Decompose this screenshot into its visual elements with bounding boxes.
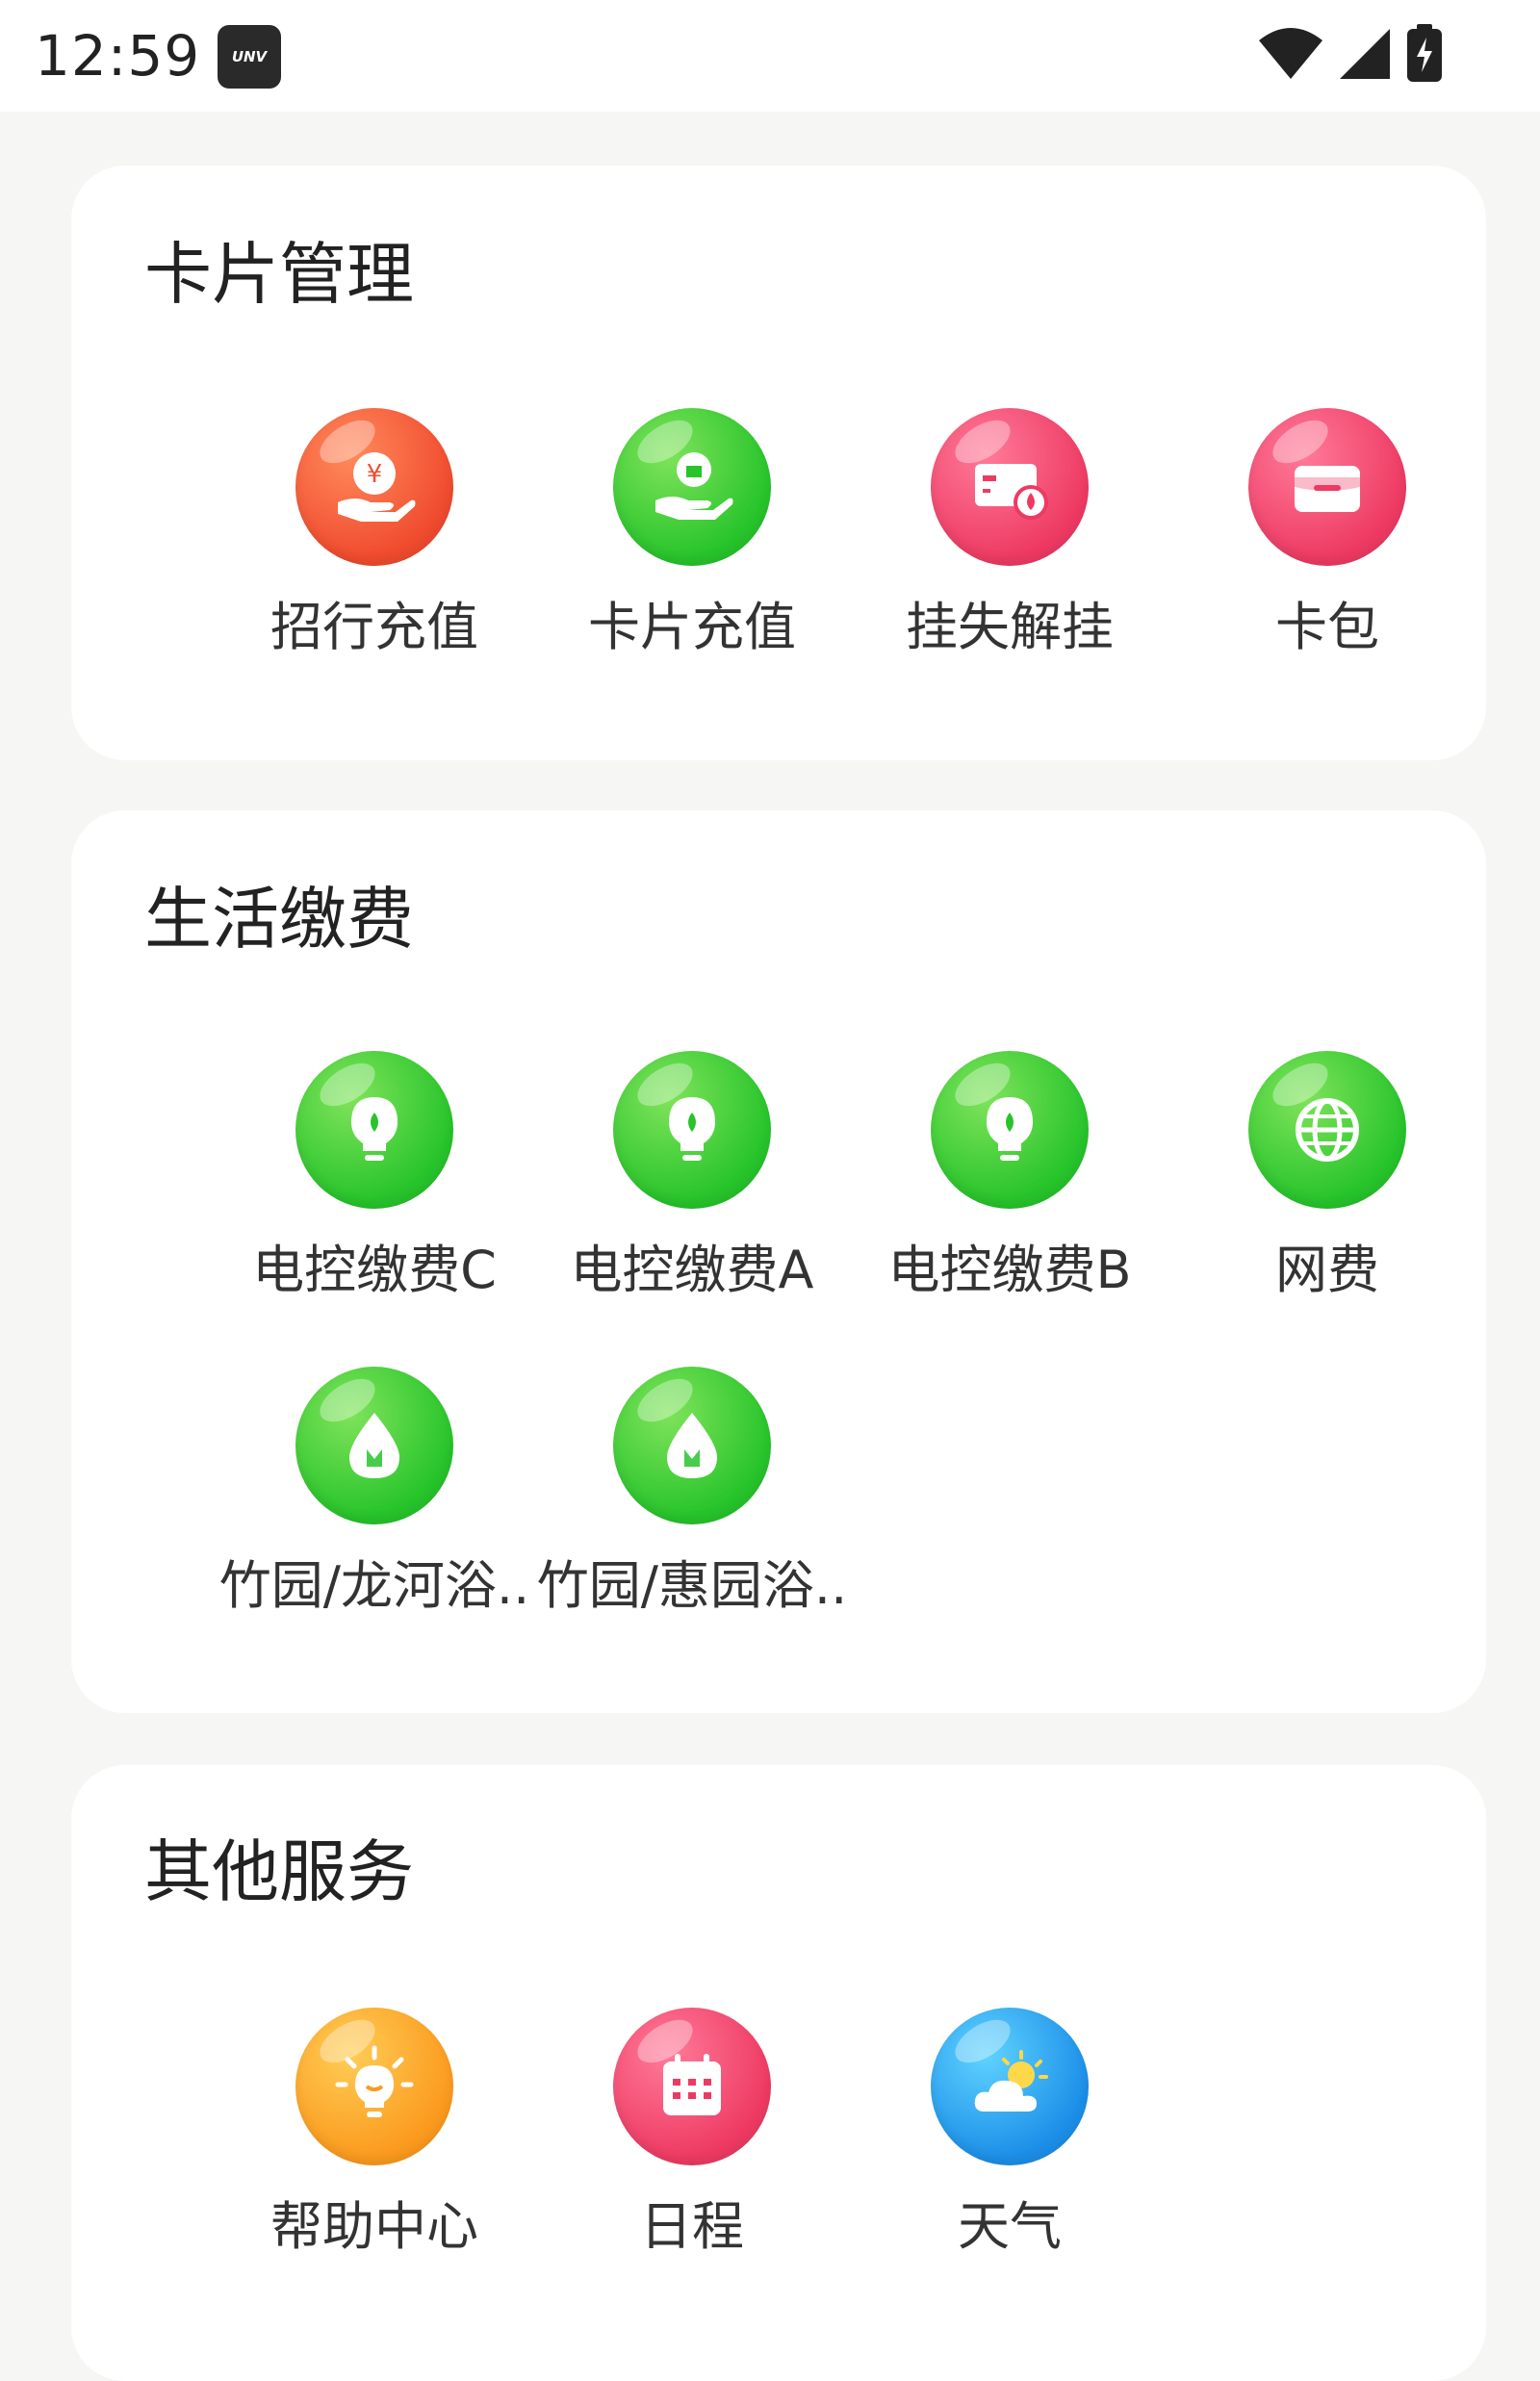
tile-card-wallet[interactable]: 卡包 <box>1168 408 1486 660</box>
svg-text:¥: ¥ <box>367 460 383 489</box>
battery-icon <box>1405 24 1444 88</box>
wallet-icon <box>1248 408 1406 566</box>
tile-label: 挂失解挂 <box>906 597 1114 657</box>
other-services-section: 其他服务 帮助中心 日程 天气 <box>71 1765 1486 2381</box>
status-icons <box>1257 24 1444 88</box>
idea-bulb-icon <box>295 2008 453 2165</box>
lightbulb-icon <box>931 1051 1089 1209</box>
status-bar: 12:59 UNV <box>0 0 1540 112</box>
tile-label: 电控缴费A <box>570 1240 814 1300</box>
water-drop-icon <box>613 1367 771 1524</box>
notification-app-icon: UNV <box>218 25 281 89</box>
lightbulb-icon <box>295 1051 453 1209</box>
life-payment-section: 生活缴费 电控缴费C 电控缴费A 电控缴费B 网费 竹园/龙河浴.. 竹园/惠园… <box>71 810 1486 1713</box>
tile-help-center[interactable]: 帮助中心 <box>216 2008 533 2260</box>
tile-label: 竹园/龙河浴.. <box>218 1555 530 1616</box>
tile-schedule[interactable]: 日程 <box>533 2008 851 2260</box>
card-lock-icon <box>931 408 1089 566</box>
water-drop-icon <box>295 1367 453 1524</box>
status-time: 12:59 <box>35 23 201 89</box>
tile-label: 电控缴费C <box>252 1240 497 1300</box>
tile-electric-c[interactable]: 电控缴费C <box>216 1051 533 1303</box>
section-title: 其他服务 <box>144 1832 414 1911</box>
tile-card-recharge[interactable]: 卡片充值 <box>533 408 851 660</box>
wifi-icon <box>1257 27 1324 85</box>
card-management-section: 卡片管理 ¥ 招行充值 卡片充值 挂失解挂 卡包 <box>71 166 1486 760</box>
tile-electric-b[interactable]: 电控缴费B <box>851 1051 1168 1303</box>
tile-label: 网费 <box>1275 1240 1379 1300</box>
hand-card-icon <box>613 408 771 566</box>
tile-label: 帮助中心 <box>270 2196 478 2257</box>
lightbulb-icon <box>613 1051 771 1209</box>
tile-label: 卡包 <box>1275 597 1379 657</box>
tile-weather[interactable]: 天气 <box>851 2008 1168 2260</box>
tile-bath-longhe[interactable]: 竹园/龙河浴.. <box>216 1367 533 1619</box>
tile-electric-a[interactable]: 电控缴费A <box>533 1051 851 1303</box>
section-title: 生活缴费 <box>144 880 414 959</box>
tile-bath-huiyuan[interactable]: 竹园/惠园浴.. <box>533 1367 851 1619</box>
tile-report-loss[interactable]: 挂失解挂 <box>851 408 1168 660</box>
tile-label: 电控缴费B <box>887 1240 1132 1300</box>
tile-label: 招行充值 <box>270 597 478 657</box>
globe-icon <box>1248 1051 1406 1209</box>
tile-label: 卡片充值 <box>588 597 796 657</box>
tile-label: 日程 <box>640 2196 744 2257</box>
weather-cloud-sun-icon <box>931 2008 1089 2165</box>
tile-network-fee[interactable]: 网费 <box>1168 1051 1486 1303</box>
tile-cmb-recharge[interactable]: ¥ 招行充值 <box>216 408 533 660</box>
tile-label: 竹园/惠园浴.. <box>536 1555 848 1616</box>
tile-label: 天气 <box>958 2196 1062 2257</box>
cellular-signal-icon <box>1338 27 1392 85</box>
hand-yuan-icon: ¥ <box>295 408 453 566</box>
section-title: 卡片管理 <box>144 235 414 314</box>
calendar-icon <box>613 2008 771 2165</box>
